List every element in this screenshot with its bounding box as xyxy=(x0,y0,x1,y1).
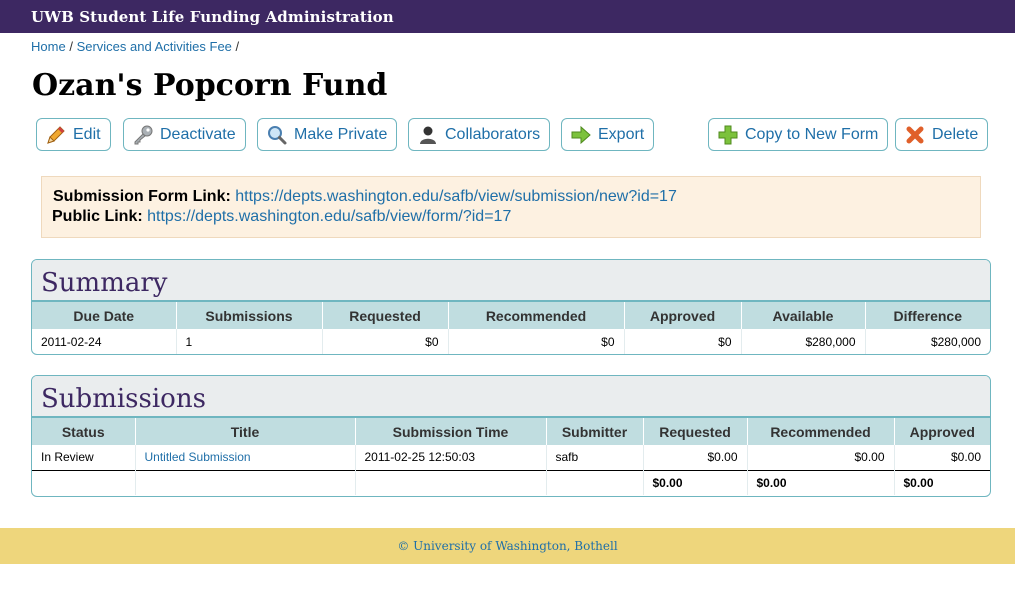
column-header: Status xyxy=(32,418,136,445)
column-header: Recommended xyxy=(747,418,895,445)
collaborators-button[interactable]: Collaborators xyxy=(408,118,551,151)
column-header: Requested xyxy=(643,418,748,445)
table-row: In Review Untitled Submission 2011-02-25… xyxy=(32,445,990,470)
empty-cell xyxy=(546,469,644,495)
column-header: Difference xyxy=(865,302,990,329)
status-cell: In Review xyxy=(32,445,136,470)
footer-copyright: © University of Washington, Bothell xyxy=(397,539,618,553)
export-button[interactable]: Export xyxy=(561,118,655,151)
export-label: Export xyxy=(598,125,645,143)
empty-cell xyxy=(135,469,356,495)
submission-link-label: Submission Form Link: xyxy=(53,188,231,205)
page-title: Ozan's Popcorn Fund xyxy=(32,68,388,103)
delete-button[interactable]: Delete xyxy=(895,118,989,151)
column-header: Due Date xyxy=(32,302,177,329)
submission-time-cell: 2011-02-25 12:50:03 xyxy=(355,445,547,470)
make-private-label: Make Private xyxy=(294,125,388,143)
total-approved-cell: $0.00 xyxy=(894,469,990,495)
delete-label: Delete xyxy=(932,125,979,143)
top-bar: UWB Student Life Funding Administration xyxy=(0,0,1015,33)
due-date-cell: 2011-02-24 xyxy=(32,329,177,354)
empty-cell xyxy=(32,469,136,495)
submissions-title: Submissions xyxy=(41,384,206,414)
app-title: UWB Student Life Funding Administration xyxy=(31,8,394,26)
x-icon xyxy=(904,124,926,146)
edit-label: Edit xyxy=(73,125,101,143)
submissions-panel: Submissions Status Title Submission Time… xyxy=(31,375,991,497)
totals-row: $0.00 $0.00 $0.00 xyxy=(32,469,990,495)
empty-cell xyxy=(355,469,547,495)
plus-icon xyxy=(717,124,739,146)
requested-cell: $0.00 xyxy=(643,445,748,470)
person-icon xyxy=(417,124,439,146)
available-cell: $280,000 xyxy=(741,329,866,354)
submission-title-link[interactable]: Untitled Submission xyxy=(145,450,251,464)
approved-cell: $0.00 xyxy=(950,450,981,465)
summary-header: Summary xyxy=(32,260,990,302)
edit-button[interactable]: Edit xyxy=(36,118,111,151)
summary-panel: Summary Due Date Submissions Requested R… xyxy=(31,259,991,355)
key-icon xyxy=(132,124,154,146)
public-link-row: Public Link: https://depts.washington.ed… xyxy=(52,208,511,226)
column-header: Submissions xyxy=(176,302,323,329)
approved-cell: $0 xyxy=(624,329,742,354)
column-header: Requested xyxy=(322,302,449,329)
submissions-table: Status Title Submission Time Submitter R… xyxy=(32,418,990,495)
submitter-cell: safb xyxy=(546,445,644,470)
arrow-right-icon xyxy=(570,124,592,146)
breadcrumb-home-link[interactable]: Home xyxy=(31,39,66,54)
column-header: Available xyxy=(741,302,866,329)
total-requested-cell: $0.00 xyxy=(643,469,748,495)
recommended-cell: $0.00 xyxy=(747,445,895,470)
deactivate-label: Deactivate xyxy=(160,125,236,143)
deactivate-button[interactable]: Deactivate xyxy=(123,118,246,151)
public-link-url[interactable]: https://depts.washington.edu/safb/view/f… xyxy=(147,208,511,225)
column-header: Recommended xyxy=(448,302,625,329)
footer: © University of Washington, Bothell xyxy=(0,528,1015,564)
recommended-cell: $0 xyxy=(448,329,625,354)
breadcrumb-separator: / xyxy=(235,39,240,54)
column-header: Submission Time xyxy=(355,418,547,445)
public-link-label: Public Link: xyxy=(52,208,143,225)
column-header: Approved xyxy=(624,302,742,329)
submissions-count-cell: 1 xyxy=(176,329,323,354)
requested-cell: $0 xyxy=(322,329,449,354)
submission-link-url[interactable]: https://depts.washington.edu/safb/view/s… xyxy=(235,188,677,205)
breadcrumb: Home / Services and Activities Fee / xyxy=(31,39,239,54)
column-header: Submitter xyxy=(546,418,644,445)
total-recommended-cell: $0.00 xyxy=(747,469,895,495)
breadcrumb-separator: / xyxy=(69,39,73,54)
summary-title: Summary xyxy=(41,268,168,298)
copy-to-new-form-button[interactable]: Copy to New Form xyxy=(708,118,889,151)
title-cell: Untitled Submission xyxy=(135,445,356,470)
difference-cell: $280,000 xyxy=(930,334,981,349)
breadcrumb-saf-link[interactable]: Services and Activities Fee xyxy=(77,39,232,54)
copy-to-new-form-label: Copy to New Form xyxy=(745,125,879,143)
collaborators-label: Collaborators xyxy=(445,125,541,143)
make-private-button[interactable]: Make Private xyxy=(257,118,398,151)
table-row: 2011-02-24 1 $0 $0 $0 $280,000 $280,000 xyxy=(32,329,990,354)
column-header: Approved xyxy=(894,418,990,445)
form-links-box: Submission Form Link: https://depts.wash… xyxy=(41,176,981,238)
summary-header-row: Due Date Submissions Requested Recommend… xyxy=(32,302,990,329)
submissions-header: Submissions xyxy=(32,376,990,418)
column-header: Title xyxy=(135,418,356,445)
pencil-icon xyxy=(45,124,67,146)
magnifier-icon xyxy=(266,124,288,146)
submissions-header-row: Status Title Submission Time Submitter R… xyxy=(32,418,990,445)
summary-table: Due Date Submissions Requested Recommend… xyxy=(32,302,990,354)
submission-link-row: Submission Form Link: https://depts.wash… xyxy=(53,188,677,206)
